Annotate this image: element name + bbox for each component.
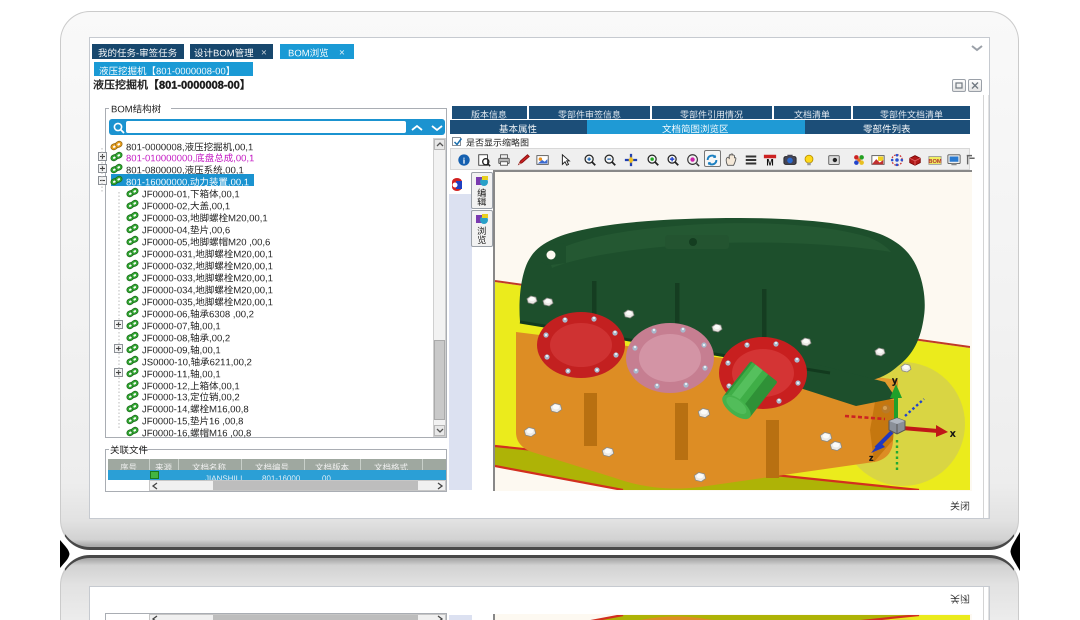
svg-text:M: M	[766, 157, 773, 167]
svg-text:BOM: BOM	[928, 159, 942, 165]
